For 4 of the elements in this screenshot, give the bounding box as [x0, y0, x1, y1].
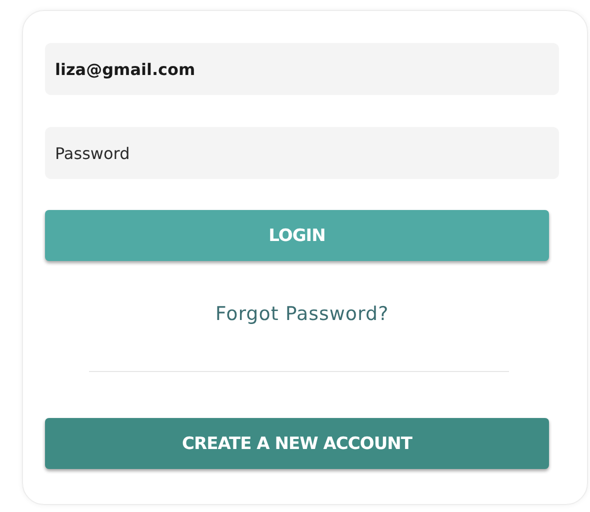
forgot-password-link[interactable]: Forgot Password? — [215, 303, 389, 325]
email-field[interactable]: liza@gmail.com — [45, 43, 559, 95]
create-account-button[interactable]: CREATE A NEW ACCOUNT — [45, 418, 549, 469]
password-field[interactable]: Password — [45, 127, 559, 179]
